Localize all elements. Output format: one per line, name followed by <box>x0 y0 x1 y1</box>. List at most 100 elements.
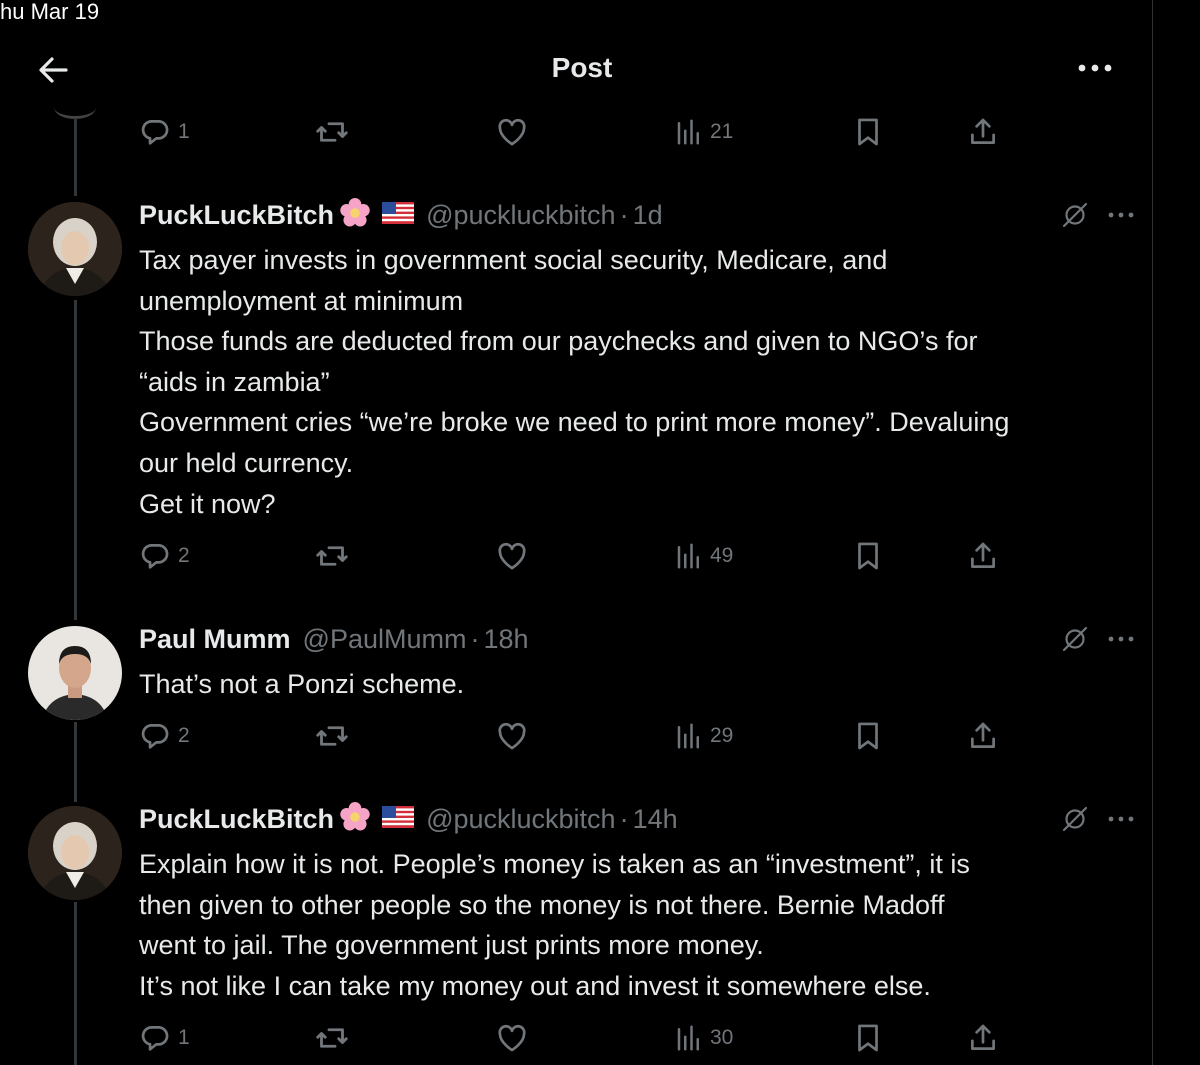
repost-button[interactable] <box>314 1018 350 1058</box>
share-button[interactable] <box>966 536 1000 576</box>
separator: · <box>619 199 629 230</box>
bookmark-button[interactable] <box>851 536 885 576</box>
tweet-more-button[interactable] <box>1106 202 1136 228</box>
like-icon <box>498 722 526 750</box>
grok-icon <box>1062 626 1088 652</box>
more-icon <box>1108 212 1134 218</box>
reply-button[interactable]: 1 <box>138 112 190 152</box>
like-button[interactable] <box>495 112 529 152</box>
separator: · <box>619 803 629 834</box>
action-bar: 2 29 <box>138 716 1008 756</box>
action-bar: 2 49 <box>138 536 1008 576</box>
grok-button[interactable] <box>1060 804 1090 834</box>
share-icon <box>971 1024 995 1050</box>
like-button[interactable] <box>495 1018 529 1058</box>
grok-button[interactable] <box>1060 200 1090 230</box>
tweet-header: Paul Mumm @PaulMumm · 18h <box>139 622 529 656</box>
views-button[interactable]: 30 <box>674 1018 733 1058</box>
avatar[interactable] <box>28 626 122 720</box>
repost-button[interactable] <box>314 112 350 152</box>
washington-portrait-avatar <box>28 202 122 296</box>
action-bar: 1 30 <box>138 1018 1008 1058</box>
tweet-text-line: Tax payer invests in government social s… <box>139 245 888 275</box>
tweet-text-line: “aids in zambia” <box>139 366 330 397</box>
tweet-text-line: went to jail. The government just prints… <box>139 930 764 961</box>
like-icon <box>498 1024 526 1052</box>
share-button[interactable] <box>966 716 1000 756</box>
thread-line <box>74 300 77 620</box>
reply-count: 2 <box>178 544 190 567</box>
tweet-text-line: Get it now? <box>139 488 276 519</box>
handle[interactable]: @PaulMumm <box>303 624 467 655</box>
tweet-text: Explain how it is not. People’s money is… <box>139 844 1139 1006</box>
grok-icon <box>1062 202 1088 228</box>
repost-button[interactable] <box>314 536 350 576</box>
display-name[interactable]: Paul Mumm <box>139 624 291 655</box>
reply-button[interactable]: 2 <box>138 716 190 756</box>
repost-button[interactable] <box>314 716 350 756</box>
reply-count: 1 <box>178 120 190 143</box>
timeline-border <box>1152 0 1153 1065</box>
bookmark-icon <box>858 118 878 146</box>
views-icon <box>677 119 699 145</box>
reply-count: 1 <box>178 1026 190 1049</box>
repost-icon <box>316 726 348 746</box>
view-count: 29 <box>710 724 734 747</box>
views-button[interactable]: 49 <box>674 536 733 576</box>
reply-button[interactable]: 1 <box>138 1018 190 1058</box>
post-page: hu Mar 19 Post 1 21 PuckLuckBitch @puckl… <box>0 0 1200 1065</box>
tweet-more-button[interactable] <box>1106 806 1136 832</box>
like-button[interactable] <box>495 536 529 576</box>
reply-icon <box>141 724 169 749</box>
reply-icon <box>141 1026 169 1051</box>
bookmark-button[interactable] <box>851 1018 885 1058</box>
like-button[interactable] <box>495 716 529 756</box>
share-icon <box>971 542 995 568</box>
tweet-text-line: Those funds are deducted from our payche… <box>139 326 978 357</box>
bookmark-icon <box>858 1024 878 1052</box>
views-button[interactable]: 21 <box>674 112 733 152</box>
us-flag-icon <box>382 805 415 833</box>
header: Post <box>0 40 1152 100</box>
timestamp[interactable]: 1d <box>633 200 663 231</box>
thread-line <box>74 118 77 196</box>
like-icon <box>498 118 526 146</box>
handle[interactable]: @puckluckbitch <box>426 200 616 231</box>
tweet-text-line: then given to other people so the money … <box>139 889 945 920</box>
more-icon <box>1108 816 1134 822</box>
share-button[interactable] <box>966 1018 1000 1058</box>
tweet-text: That’s not a Ponzi scheme. <box>139 664 1139 705</box>
previous-avatar-edge <box>54 96 96 119</box>
us-flag-icon <box>382 201 415 229</box>
grok-icon <box>1062 806 1088 832</box>
status-bar-date: hu Mar 19 <box>0 0 100 24</box>
repost-icon <box>316 546 348 566</box>
avatar[interactable] <box>28 202 122 296</box>
timestamp[interactable]: 14h <box>633 804 678 835</box>
avatar[interactable] <box>28 806 122 900</box>
views-button[interactable]: 29 <box>674 716 733 756</box>
display-name[interactable]: PuckLuckBitch <box>139 200 334 231</box>
share-button[interactable] <box>966 112 1000 152</box>
bookmark-button[interactable] <box>851 112 885 152</box>
reply-button[interactable]: 2 <box>138 536 190 576</box>
repost-icon <box>316 122 348 142</box>
separator: · <box>470 623 480 654</box>
view-count: 49 <box>710 544 734 567</box>
bookmark-icon <box>858 722 878 750</box>
display-name[interactable]: PuckLuckBitch <box>139 804 334 835</box>
handle[interactable]: @puckluckbitch <box>426 804 616 835</box>
bookmark-icon <box>858 542 878 570</box>
tweet-text-line: our held currency. <box>139 447 354 478</box>
grok-button[interactable] <box>1060 624 1090 654</box>
page-title: Post <box>551 52 613 83</box>
like-icon <box>498 542 526 570</box>
tweet-text: Tax payer invests in government social s… <box>139 240 1139 524</box>
bookmark-button[interactable] <box>851 716 885 756</box>
thread-line <box>74 722 77 802</box>
timestamp[interactable]: 18h <box>483 624 528 655</box>
more-button[interactable] <box>1076 54 1116 84</box>
views-icon <box>677 543 699 569</box>
tweet-more-button[interactable] <box>1106 626 1136 652</box>
reply-icon <box>141 544 169 569</box>
